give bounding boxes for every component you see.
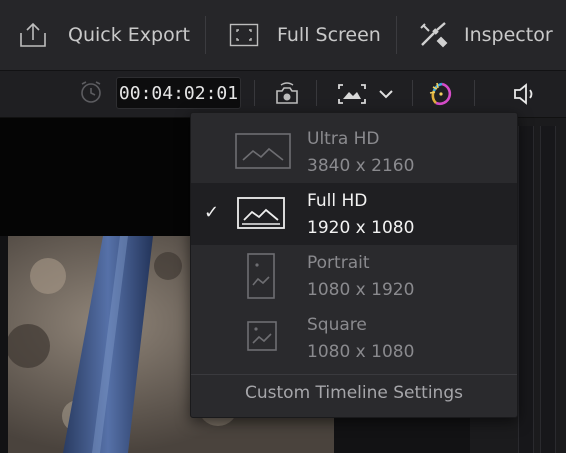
resolution-dropdown-menu: Ultra HD 3840 x 2160 ✓ Full HD 1920 x 10… — [190, 112, 518, 418]
audio-meter-right — [540, 126, 556, 453]
aspect-ratio-icon[interactable] — [336, 82, 368, 110]
menu-item-name: Full HD — [307, 191, 368, 211]
menu-item-name: Square — [307, 315, 367, 335]
full-screen-button[interactable]: Full Screen — [229, 0, 381, 70]
toolbar-divider — [316, 80, 317, 106]
square-frame-icon — [247, 321, 277, 355]
toolbar-divider — [396, 16, 397, 54]
timecode-clock-icon[interactable] — [78, 80, 104, 110]
quick-export-button[interactable]: Quick Export — [18, 0, 190, 70]
menu-item-size: 3840 x 2160 — [307, 156, 415, 176]
menu-item-square[interactable]: Square 1080 x 1080 — [191, 307, 517, 369]
speaker-icon[interactable] — [512, 82, 538, 110]
timecode-display[interactable]: 00:04:02:01 — [116, 77, 241, 109]
portrait-frame-icon — [247, 253, 275, 303]
chevron-down-icon[interactable] — [378, 86, 394, 105]
toolbar-divider — [205, 16, 206, 54]
toolbar-divider — [474, 80, 475, 106]
export-icon — [18, 22, 48, 48]
menu-item-full-hd[interactable]: ✓ Full HD 1920 x 1080 — [191, 183, 517, 245]
menu-item-name: Ultra HD — [307, 129, 380, 149]
menu-divider — [191, 374, 517, 375]
snapshot-icon[interactable] — [272, 81, 302, 111]
tools-icon — [418, 21, 450, 49]
inspector-button[interactable]: Inspector — [418, 0, 553, 70]
menu-item-size: 1080 x 1920 — [307, 280, 415, 300]
top-toolbar: Quick Export Full Screen Inspector — [0, 0, 566, 71]
landscape-frame-icon — [235, 133, 291, 173]
custom-timeline-settings-button[interactable]: Custom Timeline Settings — [191, 383, 517, 403]
menu-item-size: 1920 x 1080 — [307, 218, 415, 238]
menu-item-portrait[interactable]: Portrait 1080 x 1920 — [191, 245, 517, 307]
toolbar-divider — [254, 80, 255, 106]
fullscreen-icon — [229, 23, 259, 47]
inspector-label: Inspector — [464, 24, 553, 46]
menu-item-name: Portrait — [307, 253, 370, 273]
landscape-frame-icon — [237, 197, 285, 233]
audio-meter-left — [518, 126, 534, 453]
checkmark-icon: ✓ — [204, 202, 220, 223]
menu-item-size: 1080 x 1080 — [307, 342, 415, 362]
color-effects-icon[interactable] — [428, 79, 460, 113]
quick-export-label: Quick Export — [68, 24, 190, 46]
menu-item-ultra-hd[interactable]: Ultra HD 3840 x 2160 — [191, 121, 517, 183]
full-screen-label: Full Screen — [277, 24, 381, 46]
toolbar-divider — [412, 80, 413, 106]
